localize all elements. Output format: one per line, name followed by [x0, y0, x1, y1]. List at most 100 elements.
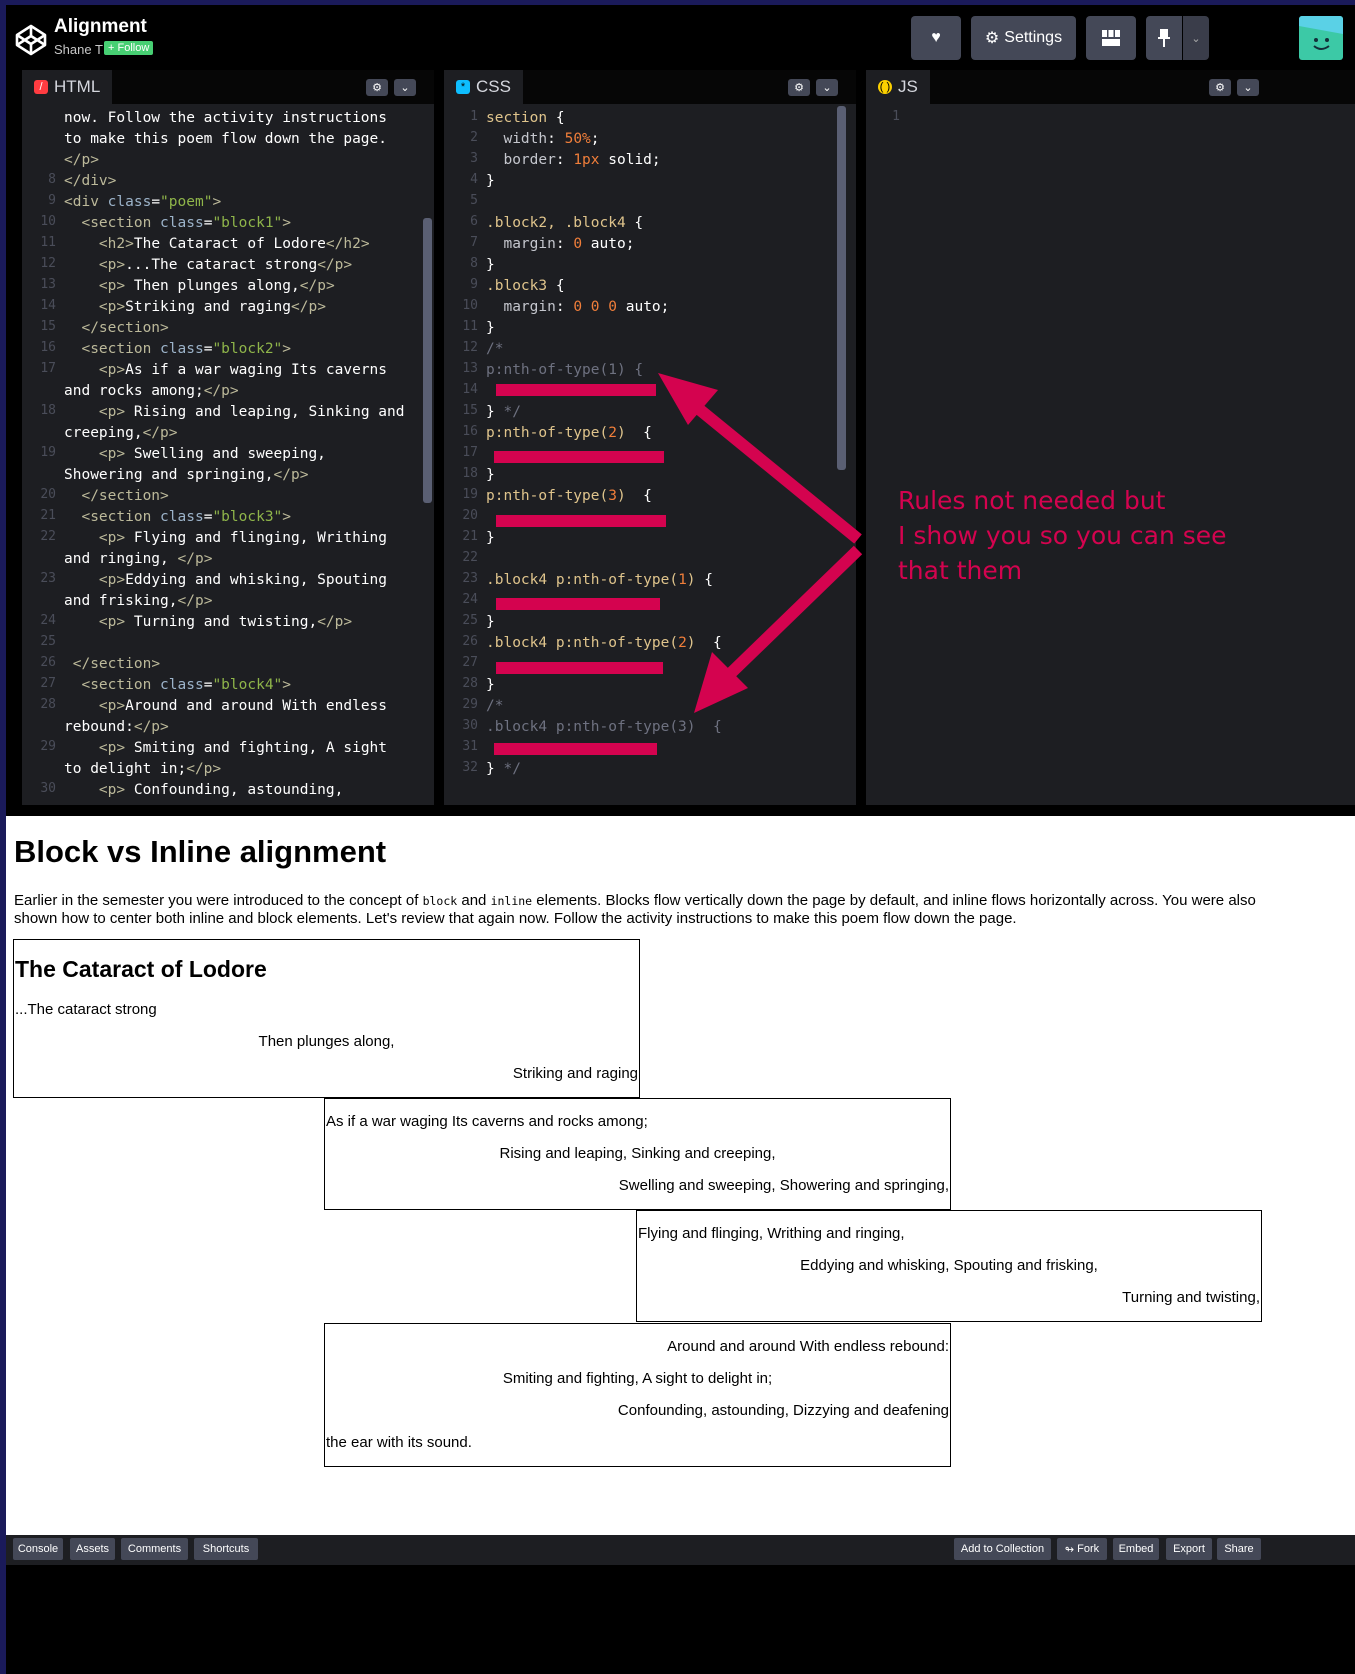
- share-button[interactable]: Share: [1217, 1538, 1261, 1560]
- line-number: 23: [462, 571, 478, 586]
- code-line: }: [486, 467, 495, 483]
- css-editor-pane[interactable]: * CSS ⚙ ⌄ 1 section {2 width: 50%; 3 borde…: [444, 70, 856, 805]
- css-scrollbar[interactable]: [837, 106, 846, 470]
- code-line: }: [486, 677, 495, 693]
- shortcuts-button[interactable]: Shortcuts: [194, 1538, 258, 1560]
- css-pane-header: * CSS ⚙ ⌄: [444, 70, 856, 104]
- line-number: 12: [462, 340, 478, 355]
- chevron-down-icon: ⌄: [1243, 81, 1253, 94]
- css-collapse-button[interactable]: ⌄: [816, 79, 838, 96]
- annotation-text: Rules not needed but I show you so you c…: [898, 483, 1227, 588]
- preview-heading: Block vs Inline alignment: [14, 834, 387, 869]
- embed-button[interactable]: Embed: [1113, 1538, 1159, 1560]
- code-line: </p>: [64, 152, 99, 168]
- fork-button[interactable]: ↬ Fork: [1057, 1538, 1107, 1560]
- js-code-editor[interactable]: 1: [866, 104, 1355, 805]
- html-settings-button[interactable]: ⚙: [366, 79, 388, 96]
- js-icon: ( ): [878, 80, 892, 94]
- js-collapse-button[interactable]: ⌄: [1237, 79, 1259, 96]
- tab-js[interactable]: ( ) JS: [866, 70, 930, 104]
- fork-label: Fork: [1077, 1543, 1100, 1555]
- poem-title: The Cataract of Lodore: [15, 956, 267, 982]
- code-line: /*: [486, 698, 504, 714]
- code-line: <p> Smiting and fighting, A sight: [98, 740, 388, 756]
- pen-title[interactable]: Alignment: [54, 16, 147, 38]
- codepen-logo-icon[interactable]: [14, 23, 48, 57]
- line-number: 1: [892, 109, 900, 124]
- line-number: 26: [40, 655, 56, 670]
- annotation-line: I show you so you can see: [898, 521, 1227, 550]
- poem-line: Eddying and whisking, Spouting and frisk…: [800, 1257, 1098, 1274]
- html-scrollbar[interactable]: [423, 218, 432, 503]
- redaction-mark: [496, 662, 663, 674]
- html-editor-pane[interactable]: / HTML ⚙ ⌄ now. Follow the activity inst…: [22, 70, 434, 805]
- code-line: <h2>The Cataract of Lodore</h2>: [98, 236, 370, 252]
- console-button[interactable]: Console: [13, 1538, 63, 1560]
- poem-line: Flying and flinging, Writhing and ringin…: [638, 1225, 905, 1242]
- result-preview[interactable]: Block vs Inline alignment Earlier in the…: [6, 816, 1355, 1535]
- tab-html[interactable]: / HTML: [22, 70, 113, 104]
- pin-icon: [1158, 29, 1170, 47]
- avatar[interactable]: [1299, 16, 1343, 60]
- line-number: 22: [40, 529, 56, 544]
- line-number: 8: [470, 256, 478, 271]
- settings-button[interactable]: ⚙ Settings: [971, 16, 1076, 60]
- line-number: 9: [48, 193, 56, 208]
- code-line: <p>Eddying and whisking, Spouting: [98, 572, 388, 588]
- gear-icon: ⚙: [1215, 81, 1225, 94]
- tab-css[interactable]: * CSS: [444, 70, 523, 104]
- line-number: 6: [470, 214, 478, 229]
- redaction-mark: [496, 598, 660, 610]
- html-pane-header: / HTML ⚙ ⌄: [22, 70, 434, 104]
- html-icon: /: [34, 80, 48, 94]
- html-code-editor[interactable]: now. Follow the activity instructions to …: [22, 104, 434, 805]
- code-line: </section>: [81, 320, 169, 336]
- code-line: <p> Turning and twisting,</p>: [98, 614, 353, 630]
- author-name[interactable]: Shane T: [54, 42, 103, 57]
- code-line: width: 50%;: [503, 131, 600, 147]
- html-collapse-button[interactable]: ⌄: [394, 79, 416, 96]
- gear-icon: ⚙: [794, 81, 804, 94]
- comments-button[interactable]: Comments: [121, 1538, 188, 1560]
- line-number: 17: [40, 361, 56, 376]
- js-settings-button[interactable]: ⚙: [1209, 79, 1231, 96]
- export-button[interactable]: Export: [1166, 1538, 1212, 1560]
- line-number: 28: [40, 697, 56, 712]
- line-number: 15: [462, 403, 478, 418]
- line-number: 22: [462, 550, 478, 565]
- line-number: 13: [462, 361, 478, 376]
- redaction-mark: [494, 743, 657, 755]
- code-line: <p> Flying and flinging, Writhing: [98, 530, 388, 546]
- code-line: .block2, .block4 {: [486, 215, 644, 231]
- code-line: } */: [486, 404, 521, 420]
- love-button[interactable]: ♥: [911, 16, 961, 60]
- poem-line: ...The cataract strong: [15, 1001, 157, 1018]
- redaction-mark: [496, 515, 666, 527]
- gear-icon: ⚙: [372, 81, 382, 94]
- add-to-collection-button[interactable]: Add to Collection: [954, 1538, 1051, 1560]
- code-line: p:nth-of-type(1) {: [486, 362, 644, 378]
- line-number: 10: [40, 214, 56, 229]
- pin-button[interactable]: [1146, 16, 1182, 60]
- assets-button[interactable]: Assets: [70, 1538, 115, 1560]
- settings-label: Settings: [1004, 29, 1063, 46]
- line-number: 12: [40, 256, 56, 271]
- pin-dropdown-button[interactable]: ⌄: [1183, 16, 1209, 60]
- poem-block2: As if a war waging Its caverns and rocks…: [324, 1098, 951, 1210]
- js-editor-pane[interactable]: ( ) JS ⚙ ⌄ 1: [866, 70, 1355, 805]
- code-line: <section class="block4">: [81, 677, 292, 693]
- layout-button[interactable]: [1086, 16, 1136, 60]
- code-line: p:nth-of-type(3) {: [486, 488, 652, 504]
- codepen-window: Alignment Shane T + Follow ♥ ⚙ Settings …: [6, 5, 1355, 1674]
- follow-button[interactable]: + Follow: [104, 41, 154, 55]
- line-number: 31: [462, 739, 478, 754]
- code-line: Showering and springing,</p>: [64, 467, 309, 483]
- css-settings-button[interactable]: ⚙: [788, 79, 810, 96]
- line-number: 18: [462, 466, 478, 481]
- poem-line: Striking and raging: [512, 1065, 638, 1082]
- line-number: 28: [462, 676, 478, 691]
- chevron-down-icon: ⌄: [822, 81, 832, 94]
- gear-icon: ⚙: [984, 30, 1000, 47]
- preview-intro: Earlier in the semester you were introdu…: [14, 892, 1264, 927]
- code-line: <p>...The cataract strong</p>: [98, 257, 353, 273]
